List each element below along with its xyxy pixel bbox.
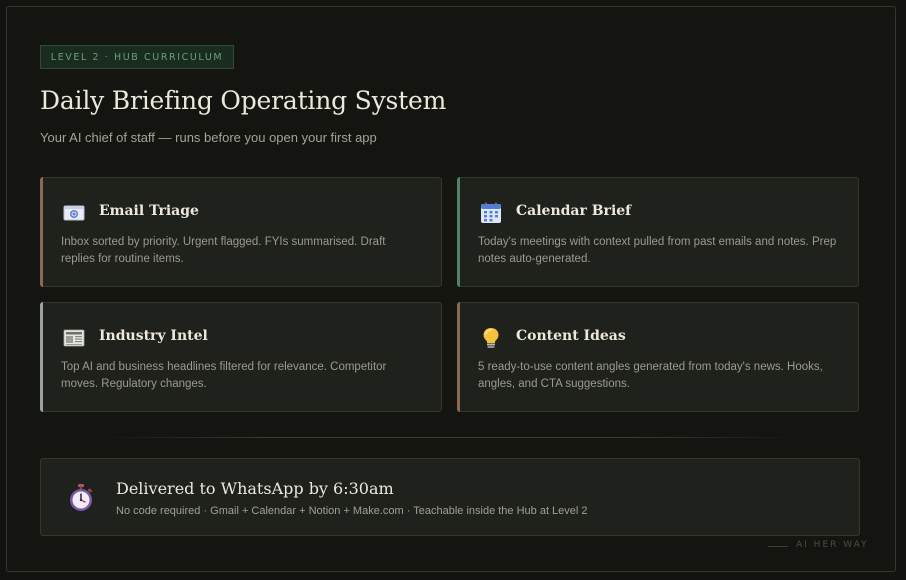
card-email-triage: Email Triage Inbox sorted by priority. U… xyxy=(40,177,442,287)
card-title: Calendar Brief xyxy=(516,203,632,219)
level-badge: LEVEL 2 · HUB CURRICULUM xyxy=(40,45,234,69)
delivery-title: Delivered to WhatsApp by 6:30am xyxy=(116,479,394,498)
newspaper-icon xyxy=(63,327,85,349)
card-accent xyxy=(457,302,460,412)
brand-rule xyxy=(768,546,788,547)
page-subtitle: Your AI chief of staff — runs before you… xyxy=(40,130,377,145)
card-title: Email Triage xyxy=(99,203,199,219)
card-description: Top AI and business headlines filtered f… xyxy=(61,361,387,390)
brand-wordmark: AI HER WAY xyxy=(796,540,869,550)
lightbulb-icon xyxy=(480,327,502,349)
card-industry-intel: Industry Intel Top AI and business headl… xyxy=(40,302,442,412)
card-description: Inbox sorted by priority. Urgent flagged… xyxy=(61,236,386,265)
card-accent xyxy=(40,302,43,412)
card-description: 5 ready-to-use content angles generated … xyxy=(478,361,823,390)
email-icon xyxy=(63,202,85,224)
card-accent xyxy=(457,177,460,287)
card-calendar-brief: Calendar Brief Today's meetings with con… xyxy=(457,177,859,287)
card-title: Content Ideas xyxy=(516,328,626,344)
section-divider xyxy=(100,437,800,438)
card-title: Industry Intel xyxy=(99,328,208,344)
delivery-description: No code required · Gmail + Calendar + No… xyxy=(116,505,588,517)
delivery-banner: Delivered to WhatsApp by 6:30am No code … xyxy=(40,458,860,536)
card-accent xyxy=(40,177,43,287)
page-title: Daily Briefing Operating System xyxy=(40,86,447,115)
card-content-ideas: Content Ideas 5 ready-to-use content ang… xyxy=(457,302,859,412)
stopwatch-icon xyxy=(67,483,95,513)
calendar-icon xyxy=(480,202,502,224)
card-description: Today's meetings with context pulled fro… xyxy=(478,236,837,265)
